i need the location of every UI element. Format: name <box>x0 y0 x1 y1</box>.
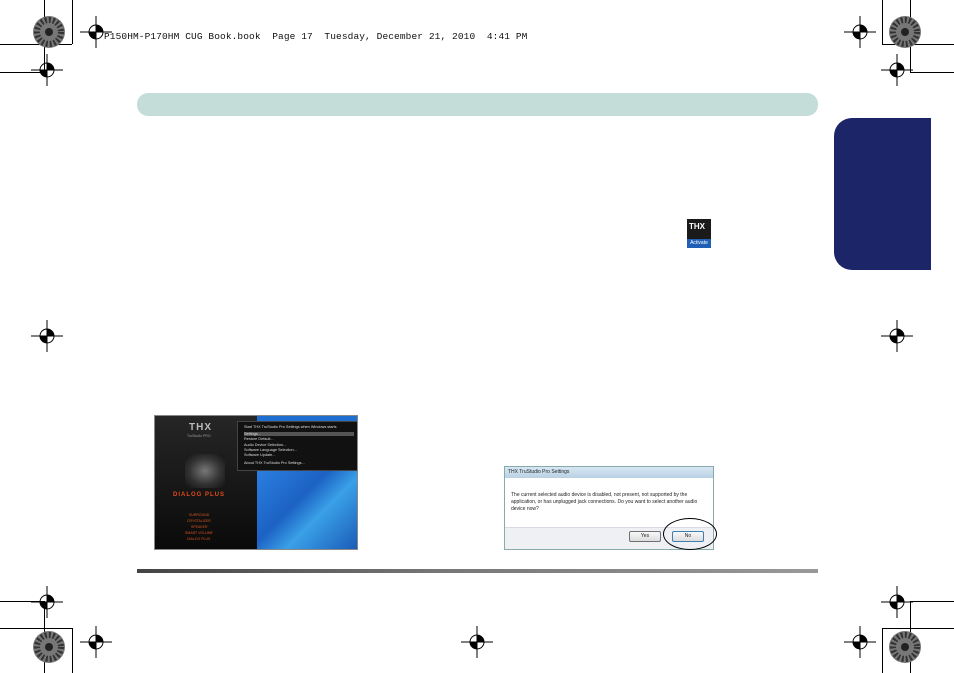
crop-mark <box>882 0 883 44</box>
registration-mark-icon <box>31 586 63 618</box>
registration-mark-icon <box>31 320 63 352</box>
registration-mark-icon <box>881 586 913 618</box>
context-menu: Start THX TruStudio Pro Settings when Wi… <box>237 421 357 471</box>
panel-item: SPEAKER <box>191 525 208 529</box>
registration-mark-icon <box>844 626 876 658</box>
panel-item: SURROUND <box>189 513 210 517</box>
yes-button[interactable]: Yes <box>629 531 661 542</box>
crop-mark <box>910 72 954 73</box>
registration-mark-icon <box>881 54 913 86</box>
panel-item: SMART VOLUME <box>185 531 213 535</box>
registration-mark-icon <box>844 16 876 48</box>
crop-mark <box>882 628 883 673</box>
mode-label: DIALOG PLUS <box>173 492 226 498</box>
color-target-icon <box>889 631 921 663</box>
crop-mark <box>0 628 72 629</box>
crop-mark <box>0 44 72 45</box>
dialog-message: The current selected audio device is dis… <box>511 492 698 512</box>
thx-logo-text: THX <box>689 222 705 231</box>
registration-mark-icon <box>80 626 112 658</box>
color-target-icon <box>889 16 921 48</box>
speaker-graphic <box>185 454 225 488</box>
language-tab <box>834 118 931 270</box>
panel-item: CRYSTALIZER <box>187 519 211 523</box>
registration-mark-icon <box>80 16 112 48</box>
crop-mark <box>72 0 73 44</box>
print-header: P150HM-P170HM CUG Book.book Page 17 Tues… <box>104 31 528 42</box>
highlight-circle <box>663 518 717 550</box>
menu-item[interactable]: Software Update... <box>244 453 275 457</box>
activate-caption: Activate <box>687 239 711 248</box>
panel-item: DIALOG PLUS <box>187 537 211 541</box>
desktop-swoosh <box>257 471 357 549</box>
crop-mark <box>882 628 954 629</box>
thx-activate-icon: THX Activate <box>687 219 711 248</box>
thx-tray-menu-screenshot: THX TruStudio PRO DIALOG PLUS SURROUND C… <box>154 415 358 550</box>
menu-item[interactable]: Start THX TruStudio Pro Settings when Wi… <box>244 425 337 429</box>
dialog-title: THX TruStudio Pro Settings <box>508 469 570 475</box>
thx-panel-subtitle: TruStudio PRO <box>187 434 211 438</box>
dialog-titlebar: THX TruStudio Pro Settings <box>505 467 713 478</box>
menu-item[interactable]: Software Language Selection... <box>244 448 297 452</box>
color-target-icon <box>33 631 65 663</box>
crop-mark <box>910 601 954 602</box>
color-target-icon <box>33 16 65 48</box>
menu-item[interactable]: Audio Device Selection... <box>244 443 286 447</box>
registration-mark-icon <box>461 626 493 658</box>
footer-rule <box>137 569 818 573</box>
registration-mark-icon <box>881 320 913 352</box>
menu-item[interactable]: Restore Default... <box>244 437 274 441</box>
menu-item[interactable]: About THX TruStudio Pro Settings... <box>244 461 305 465</box>
thx-panel-logo: THX <box>189 422 212 433</box>
section-banner <box>137 93 818 116</box>
crop-mark <box>72 628 73 673</box>
registration-mark-icon <box>31 54 63 86</box>
menu-item[interactable]: Settings... <box>244 432 354 436</box>
